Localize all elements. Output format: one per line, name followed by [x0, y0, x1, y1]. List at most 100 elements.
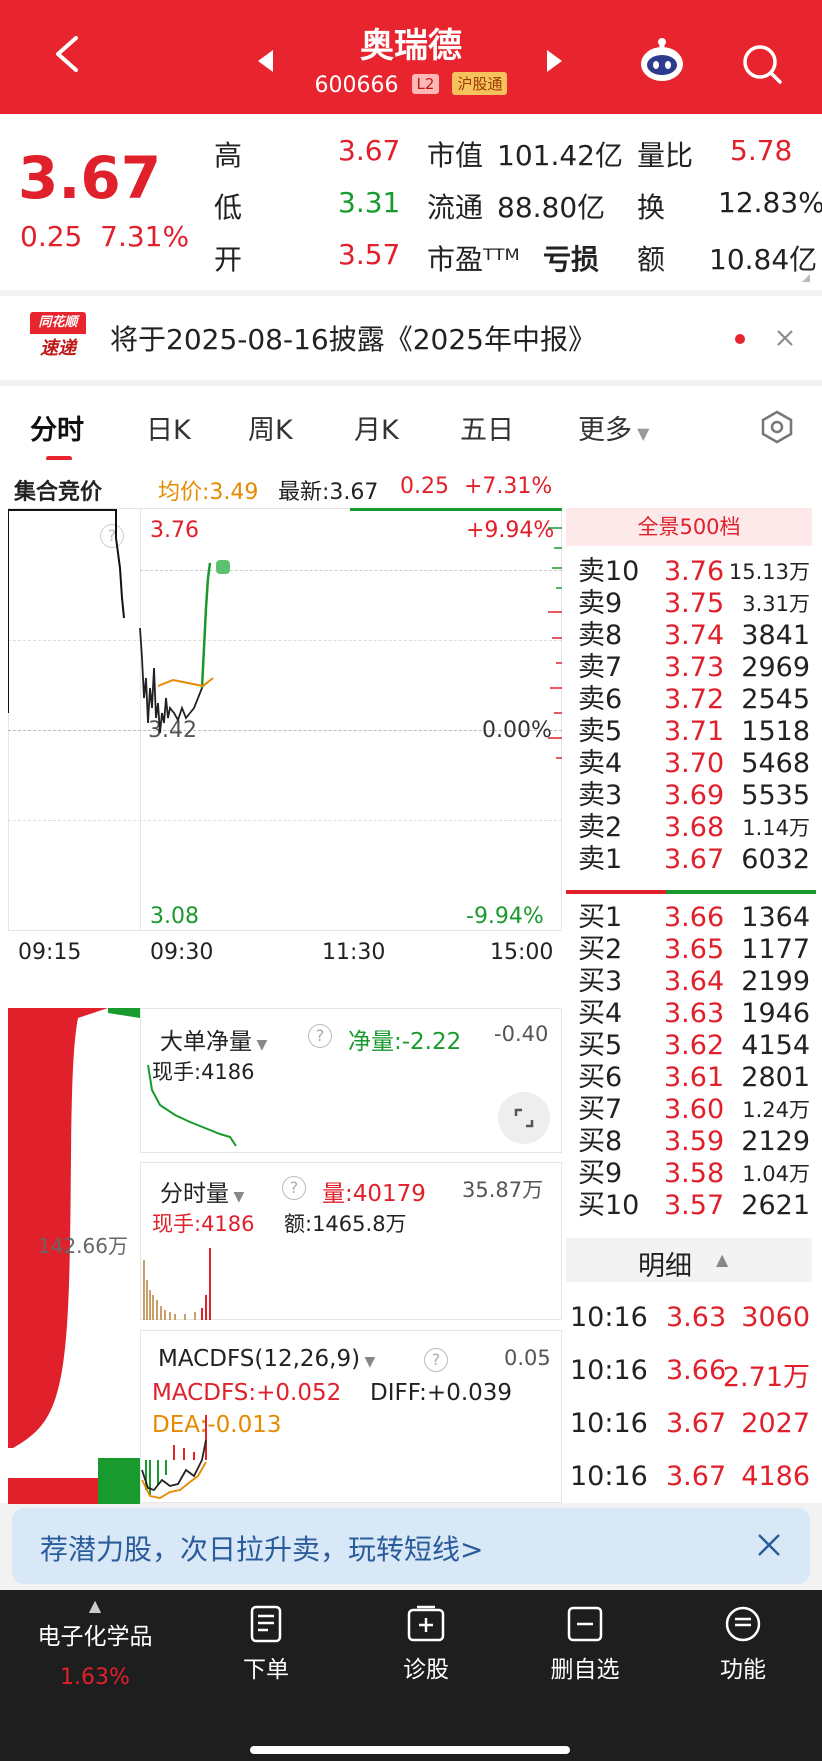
buy-order-row[interactable]: 买6 3.61 2801	[566, 1062, 812, 1094]
auction-volume-label: 142.66万	[38, 1234, 128, 1258]
label-low: 低	[214, 191, 243, 224]
robot-assistant-icon[interactable]	[638, 36, 686, 84]
order-volume: 4154	[741, 1030, 810, 1061]
sell-order-row[interactable]: 卖4 3.70 5468	[566, 748, 812, 780]
promo-banner[interactable]: 荐潜力股，次日拉升卖，玩转短线>	[12, 1508, 810, 1584]
order-level-label: 卖4	[578, 748, 623, 779]
order-document-icon	[250, 1605, 282, 1643]
functions-label: 功能	[720, 1657, 766, 1683]
tab-five-day[interactable]: 五日	[460, 408, 514, 447]
buy-order-row[interactable]: 买1 3.66 1364	[566, 902, 812, 934]
time-label: 09:30	[150, 940, 214, 965]
order-price: 3.72	[664, 684, 725, 715]
value-volume-ratio: 5.78	[730, 134, 793, 167]
trade-price: 3.66	[666, 1355, 727, 1386]
order-level-label: 买9	[578, 1158, 623, 1189]
buy-orders: 买1 3.66 1364 买2 3.65 1177 买3 3.64 2199 买4 3.63 1946…	[566, 902, 812, 1222]
order-button[interactable]: 下单	[186, 1590, 346, 1684]
value-pe: 亏损	[543, 243, 600, 276]
prev-stock-arrow-icon[interactable]	[258, 50, 273, 72]
tab-daily-k[interactable]: 日K	[146, 408, 191, 447]
chevron-down-icon: ▼	[229, 1189, 245, 1205]
minus-box-icon	[567, 1606, 603, 1642]
ths-express-logo-icon: 同花顺 速递	[30, 312, 86, 360]
trade-row: 10:16 3.63 3060	[566, 1292, 812, 1345]
label-pe: 市盈ᵀᵀᴹ	[427, 243, 520, 276]
buy-order-row[interactable]: 买4 3.63 1946	[566, 998, 812, 1030]
close-icon[interactable]	[756, 1532, 782, 1558]
sell-order-row[interactable]: 卖5 3.71 1518	[566, 716, 812, 748]
tab-more-label: 更多	[578, 415, 632, 446]
trade-details: 10:16 3.63 3060 10:16 3.66 2.71万 10:16 3.67 2027…	[566, 1292, 812, 1504]
order-volume: 5468	[741, 748, 810, 779]
tab-monthly-k[interactable]: 月K	[354, 408, 399, 447]
remove-watchlist-button[interactable]: 删自选	[505, 1590, 665, 1684]
sell-order-row[interactable]: 卖9 3.75 3.31万	[566, 588, 812, 620]
sell-order-row[interactable]: 卖2 3.68 1.14万	[566, 812, 812, 844]
big-order-title[interactable]: 大单净量 ▼	[160, 1022, 267, 1056]
close-icon[interactable]	[776, 329, 794, 347]
order-volume: 6032	[741, 844, 810, 875]
hk-connect-badge: 沪股通	[452, 72, 508, 95]
sell-order-row[interactable]: 卖6 3.72 2545	[566, 684, 812, 716]
latest-change: 0.25	[400, 474, 449, 499]
order-price: 3.60	[664, 1094, 725, 1125]
volume-amount: 额:1465.8万	[284, 1212, 407, 1236]
help-icon[interactable]: ?	[308, 1024, 332, 1048]
order-price: 3.66	[664, 902, 725, 933]
macd-axis: 0.05	[504, 1346, 551, 1370]
trade-time: 10:16	[570, 1461, 648, 1492]
sell-order-row[interactable]: 卖10 3.76 15.13万	[566, 556, 812, 588]
buy-order-row[interactable]: 买10 3.57 2621	[566, 1190, 812, 1222]
order-volume: 1518	[741, 716, 810, 747]
macd-title[interactable]: MACDFS(12,26,9) ▼	[158, 1346, 375, 1372]
report-notice-bar[interactable]: 同花顺 速递 将于2025-08-16披露《2025年中报》	[0, 296, 822, 380]
bottom-toolbar: ▲ 电子化学品 1.63% 下单 诊股 删自选 功能	[0, 1590, 822, 1761]
help-icon[interactable]: ?	[424, 1348, 448, 1372]
tab-more[interactable]: 更多 ▼	[578, 408, 649, 447]
order-level-label: 卖3	[578, 780, 623, 811]
trade-volume: 3060	[741, 1302, 810, 1333]
order-level-label: 卖9	[578, 588, 623, 619]
buy-order-row[interactable]: 买8 3.59 2129	[566, 1126, 812, 1158]
settings-hexagon-icon[interactable]	[760, 410, 794, 444]
order-price: 3.57	[664, 1190, 725, 1221]
buy-order-row[interactable]: 买2 3.65 1177	[566, 934, 812, 966]
tab-weekly-k[interactable]: 周K	[248, 408, 293, 447]
sell-order-row[interactable]: 卖3 3.69 5535	[566, 780, 812, 812]
auction-label[interactable]: 集合竞价	[14, 474, 102, 506]
detail-header[interactable]: 明细 ▲	[566, 1238, 812, 1282]
buy-order-row[interactable]: 买3 3.64 2199	[566, 966, 812, 998]
sell-order-row[interactable]: 卖7 3.73 2969	[566, 652, 812, 684]
volume-value: 量:40179	[322, 1181, 426, 1207]
l2-badge: L2	[411, 74, 440, 94]
help-icon[interactable]: ?	[282, 1176, 306, 1200]
change-value: 0.25	[20, 220, 83, 253]
tab-intraday[interactable]: 分时	[30, 408, 84, 447]
time-label: 15:00	[490, 940, 554, 965]
volume-title[interactable]: 分时量 ▼	[160, 1174, 244, 1208]
order-level-label: 买1	[578, 902, 623, 933]
functions-button[interactable]: 功能	[663, 1590, 822, 1684]
diagnose-button[interactable]: 诊股	[346, 1590, 506, 1684]
expand-corner-icon[interactable]	[802, 274, 810, 282]
next-stock-arrow-icon[interactable]	[547, 50, 562, 72]
order-price: 3.75	[664, 588, 725, 619]
notice-text: 将于2025-08-16披露《2025年中报》	[110, 323, 596, 356]
buy-order-row[interactable]: 买5 3.62 4154	[566, 1030, 812, 1062]
buy-order-row[interactable]: 买9 3.58 1.04万	[566, 1158, 812, 1190]
panoramic-500-button[interactable]: 全景500档	[566, 508, 812, 546]
time-label: 09:15	[18, 940, 82, 965]
panoramic-500-label: 全景500档	[637, 515, 741, 539]
order-volume: 2199	[741, 966, 810, 997]
sector-button[interactable]: ▲ 电子化学品 1.63%	[15, 1590, 175, 1690]
latest-change-pct: +7.31%	[464, 474, 553, 499]
fullscreen-button[interactable]	[498, 1092, 550, 1144]
trade-volume: 2027	[741, 1408, 810, 1439]
search-icon[interactable]	[740, 42, 784, 86]
buy-order-row[interactable]: 买7 3.60 1.24万	[566, 1094, 812, 1126]
order-level-label: 卖6	[578, 684, 623, 715]
sell-order-row[interactable]: 卖1 3.67 6032	[566, 844, 812, 876]
order-label: 下单	[243, 1657, 289, 1683]
sell-order-row[interactable]: 卖8 3.74 3841	[566, 620, 812, 652]
